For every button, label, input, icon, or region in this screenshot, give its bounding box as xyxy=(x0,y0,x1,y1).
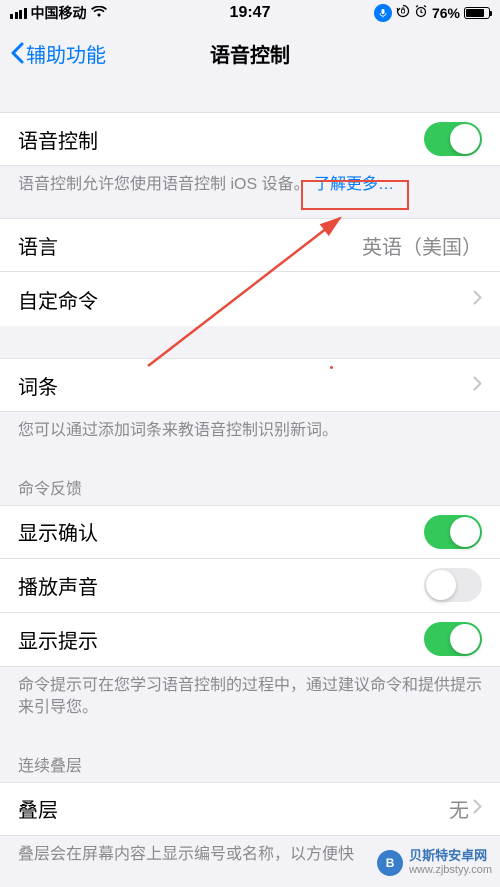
status-time: 19:47 xyxy=(230,4,271,22)
show-confirm-label: 显示确认 xyxy=(18,517,98,546)
carrier-label: 中国移动 xyxy=(31,3,87,23)
language-label: 语言 xyxy=(18,231,58,260)
entries-footer: 您可以通过添加词条来教语音控制识别新词。 xyxy=(0,412,500,442)
show-hint-label: 显示提示 xyxy=(18,625,98,654)
chevron-right-icon xyxy=(473,288,482,311)
chevron-right-icon xyxy=(473,797,482,820)
voice-control-switch[interactable] xyxy=(424,122,482,156)
show-hint-switch[interactable] xyxy=(424,622,482,656)
chevron-left-icon xyxy=(10,42,24,64)
show-confirm-switch[interactable] xyxy=(424,515,482,549)
language-value: 英语（美国） xyxy=(362,231,482,260)
overlay-cell[interactable]: 叠层 无 xyxy=(0,782,500,836)
show-hint-cell[interactable]: 显示提示 xyxy=(0,613,500,667)
play-sound-switch[interactable] xyxy=(424,568,482,602)
wifi-icon xyxy=(91,5,107,22)
page-title: 语音控制 xyxy=(210,39,290,68)
watermark-logo-icon: B xyxy=(377,850,403,876)
signal-icon xyxy=(10,8,27,19)
command-feedback-header: 命令反馈 xyxy=(0,475,500,505)
group-voice-control: 语音控制 语音控制允许您使用语音控制 iOS 设备。 了解更多… xyxy=(0,112,500,196)
group-language: 语言 英语（美国） 自定命令 xyxy=(0,218,500,326)
annotation-dot xyxy=(330,366,333,369)
chevron-right-icon xyxy=(473,374,482,397)
custom-commands-cell[interactable]: 自定命令 xyxy=(0,272,500,326)
voice-control-cell[interactable]: 语音控制 xyxy=(0,112,500,166)
show-confirm-cell[interactable]: 显示确认 xyxy=(0,505,500,559)
battery-fill xyxy=(466,9,484,17)
overlay-value: 无 xyxy=(449,794,482,823)
nav-bar: 辅助功能 语音控制 xyxy=(0,26,500,80)
group-entries: 词条 您可以通过添加词条来教语音控制识别新词。 xyxy=(0,358,500,442)
entries-label: 词条 xyxy=(18,371,58,400)
command-feedback-footer: 命令提示可在您学习语音控制的过程中，通过建议命令和提供提示来引导您。 xyxy=(0,667,500,720)
back-button[interactable]: 辅助功能 xyxy=(10,39,106,68)
voice-control-indicator-icon xyxy=(374,4,392,22)
watermark-sub: www.zjbstyy.com xyxy=(409,864,492,877)
voice-control-label: 语音控制 xyxy=(18,125,98,154)
play-sound-cell[interactable]: 播放声音 xyxy=(0,559,500,613)
entries-cell[interactable]: 词条 xyxy=(0,358,500,412)
voice-control-footer: 语音控制允许您使用语音控制 iOS 设备。 了解更多… xyxy=(0,166,500,196)
watermark-main: 贝斯特安卓网 xyxy=(409,848,492,864)
battery-percentage: 76% xyxy=(432,5,460,21)
back-label: 辅助功能 xyxy=(26,39,106,68)
battery-icon xyxy=(464,7,490,19)
continuous-overlay-header: 连续叠层 xyxy=(0,752,500,782)
custom-commands-label: 自定命令 xyxy=(18,285,98,314)
group-command-feedback: 命令反馈 显示确认 播放声音 显示提示 命令提示可在您学习语音控制的过程中，通过… xyxy=(0,475,500,720)
watermark: B 贝斯特安卓网 www.zjbstyy.com xyxy=(377,848,492,877)
rotation-lock-icon xyxy=(396,4,410,22)
overlay-label: 叠层 xyxy=(18,794,58,823)
status-right: 76% xyxy=(374,4,490,22)
language-cell[interactable]: 语言 英语（美国） xyxy=(0,218,500,272)
alarm-icon xyxy=(414,4,428,22)
status-left: 中国移动 xyxy=(10,3,107,23)
learn-more-link[interactable]: 了解更多… xyxy=(314,176,394,193)
play-sound-label: 播放声音 xyxy=(18,571,98,600)
status-bar: 中国移动 19:47 76% xyxy=(0,0,500,26)
